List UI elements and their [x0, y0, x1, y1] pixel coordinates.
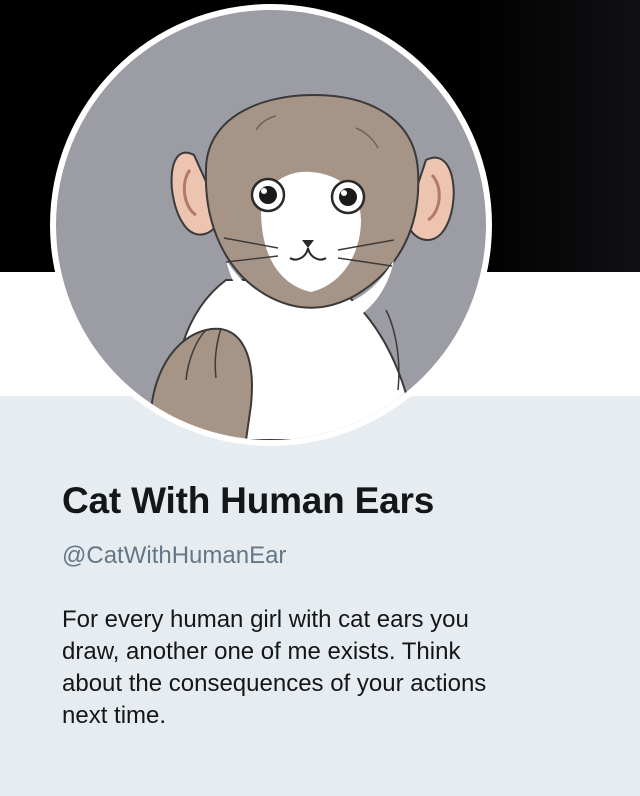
bio-line: about the consequences of your actions	[62, 670, 487, 697]
avatar-border	[50, 4, 492, 446]
bio-line: draw, another one of me exists. Think	[62, 638, 461, 665]
cat-with-human-ears-illustration	[149, 93, 455, 440]
bio-line: next time.	[62, 702, 167, 729]
profile-handle[interactable]: @CatWithHumanEar	[62, 542, 286, 570]
profile-bio: For every human girl with cat ears you d…	[62, 604, 622, 732]
profile-avatar[interactable]	[56, 10, 486, 440]
profile-card-body	[0, 396, 640, 796]
bio-line: For every human girl with cat ears you	[62, 606, 469, 633]
profile-display-name: Cat With Human Ears	[62, 480, 435, 521]
banner-shading	[470, 0, 640, 272]
